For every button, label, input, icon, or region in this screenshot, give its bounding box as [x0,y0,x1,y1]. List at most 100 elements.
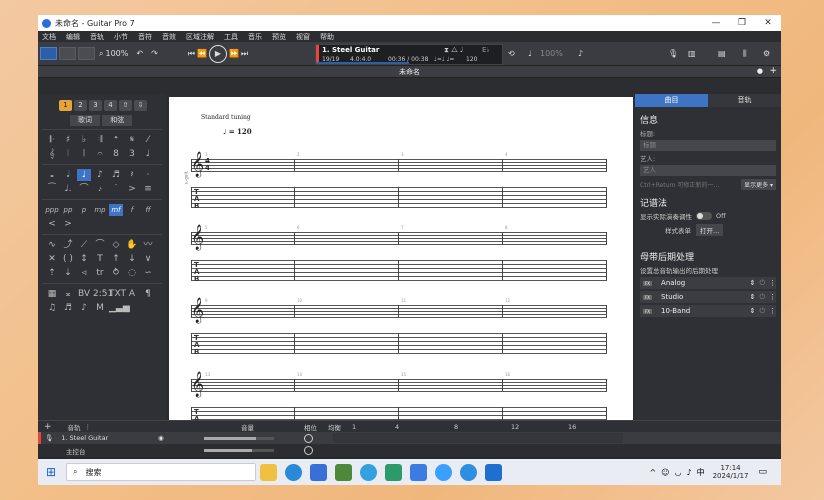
explorer-icon[interactable] [260,463,278,481]
zoom-icon[interactable]: ⌕ [99,46,103,61]
tracks-menu-icon[interactable]: ⋮ [85,423,92,431]
volume-slider[interactable] [204,437,274,440]
windows-start-icon[interactable]: ⊞ [46,465,56,479]
last-bar-icon[interactable]: ⏭ [241,46,248,61]
menu-bar-measure[interactable]: 小节 [114,32,128,42]
half-note-icon[interactable]: 𝅗𝅥 [61,169,75,181]
page-view-button[interactable] [40,47,57,60]
app-icon-5[interactable] [410,463,428,481]
grace-icon[interactable]: 𝆔 [93,183,107,195]
fx-select-icon[interactable]: ⇕ [750,279,756,287]
roll-icon[interactable]: ⥁ [109,267,123,279]
downstroke-icon[interactable]: ⇣ [61,267,75,279]
volume-icon[interactable]: ♪ [686,468,691,477]
screen-view-button[interactable] [78,47,95,60]
fx-select-icon[interactable]: ⇕ [750,293,756,301]
fx-analog[interactable]: FX Analog ⇕ ⏻ ⋮ [640,277,776,289]
play-icon[interactable]: ▶ [208,44,227,63]
fx-studio[interactable]: FX Studio ⇕ ⏻ ⋮ [640,291,776,303]
trill-icon[interactable]: tr [93,267,107,279]
mic-icon[interactable]: 🎙 [668,46,678,61]
strum-down-icon[interactable]: ↓ [125,253,139,265]
tab-dot-icon[interactable]: ● [757,67,763,75]
mf-icon[interactable]: mf [109,204,123,216]
menu-effects[interactable]: 音效 [162,32,176,42]
tie-icon[interactable]: ⁀ [45,183,59,195]
let-ring-icon[interactable]: ◌ [125,267,139,279]
coda-icon[interactable]: 𝄌 [109,134,123,146]
rewind-icon[interactable]: ⏪ [197,46,207,61]
horizontal-view-button[interactable] [59,47,76,60]
dot-icon[interactable]: · [141,169,155,181]
hammer-icon[interactable]: ⌒ [93,239,107,251]
loop-icon[interactable]: ⟲ [508,46,515,61]
marker-icon[interactable]: A [125,288,139,300]
bar-icon[interactable]: 𝄀 [61,148,75,160]
ppp-icon[interactable]: ppp [45,204,59,216]
fade-icon[interactable]: ◃ [77,267,91,279]
notification-icon[interactable]: ▭ [758,467,767,477]
slash-icon[interactable]: ⁄ [141,134,155,146]
wifi-icon[interactable]: ◡ [674,468,681,477]
decrescendo-icon[interactable]: > [61,218,75,230]
harmonic-icon[interactable]: ◇ [109,239,123,251]
score-system[interactable]: 𝄞 T A B 4 4 1 2 3 4 [191,152,607,219]
mp-icon[interactable]: mp [93,204,107,216]
chord-button[interactable]: 和弦 [102,115,133,126]
whole-note-icon[interactable]: 𝅝 [45,169,59,181]
menu-help[interactable]: 帮助 [320,32,334,42]
menu-tools[interactable]: 工具 [224,32,238,42]
text-icon[interactable]: 𝄪 [61,288,75,300]
voice-up-icon[interactable]: ⇧ [119,100,132,111]
app-icon-6[interactable] [435,463,453,481]
tremolo-icon[interactable]: ≡ [141,183,155,195]
key-signature-icon[interactable]: 𝄆 [45,134,59,146]
speed-value[interactable]: 100% [540,46,563,61]
track-timeline[interactable] [333,433,623,443]
menu-file[interactable]: 文档 [42,32,56,42]
txt-icon[interactable]: TXT [109,288,126,300]
arpeggio-icon[interactable]: ↕ [77,253,91,265]
app-icon-7[interactable] [460,463,478,481]
whammy-icon[interactable]: ∽ [141,267,155,279]
wave-icon[interactable]: 〰 [141,239,155,251]
voice-3-button[interactable]: 3 [89,100,102,111]
menu-track[interactable]: 音轨 [90,32,104,42]
dead-note-icon[interactable]: ✕ [45,253,59,265]
sharp-icon[interactable]: ♯ [61,134,75,146]
ime-indicator[interactable]: 中 [697,467,705,478]
fx-power-icon[interactable]: ⏻ [759,279,765,288]
grid-icon[interactable]: ▦ [45,288,59,300]
f-icon[interactable]: f [125,204,139,216]
slide-icon[interactable]: ⟋ [77,239,91,251]
bv-icon[interactable]: BV [77,288,91,300]
menu-edit[interactable]: 编辑 [66,32,80,42]
voice-down-icon[interactable]: ⇩ [134,100,147,111]
bend-icon[interactable]: ⤴ [61,239,75,251]
voice-2-button[interactable]: 2 [74,100,87,111]
fx-power-icon[interactable]: ⏻ [759,293,765,302]
mixer-icon[interactable]: ⫼ [743,46,747,61]
tab-track[interactable]: 音轨 [708,94,781,107]
pick-icon[interactable]: ∨ [141,253,155,265]
score-system[interactable]: 𝄞 T A B 5 6 7 8 [191,225,607,292]
app-icon-1[interactable] [310,463,328,481]
concert-tone-toggle[interactable] [696,212,712,220]
visibility-icon[interactable]: ◉ [158,434,164,442]
palm-mute-icon[interactable]: ✋ [125,239,139,251]
staccato-icon[interactable]: ˙ [109,183,123,195]
clock[interactable]: 17:14 2024/1/17 [713,464,749,480]
open-stylesheet-button[interactable]: 打开... [696,224,724,236]
guitar-pro-taskbar-icon[interactable] [485,463,503,481]
score-page[interactable]: Standard tuning ♩ = 120 s.-guit. 𝄞 T A B 4 4 1… [169,97,633,433]
maximize-button[interactable]: ❐ [729,18,755,28]
tempo-icon[interactable]: ♩ [141,148,155,160]
tab-song[interactable]: 曲目 [635,94,708,107]
eighth-note-icon[interactable]: ♪ [93,169,107,181]
p-icon[interactable]: p [77,204,91,216]
piano-icon[interactable]: ▥ [688,46,696,61]
vibrato-icon[interactable]: ∿ [45,239,59,251]
tuner-icon[interactable]: ♪ [578,46,583,61]
chord-diagram-icon[interactable]: ♫ [45,302,59,314]
tray-chevron-icon[interactable]: ^ [649,468,656,477]
